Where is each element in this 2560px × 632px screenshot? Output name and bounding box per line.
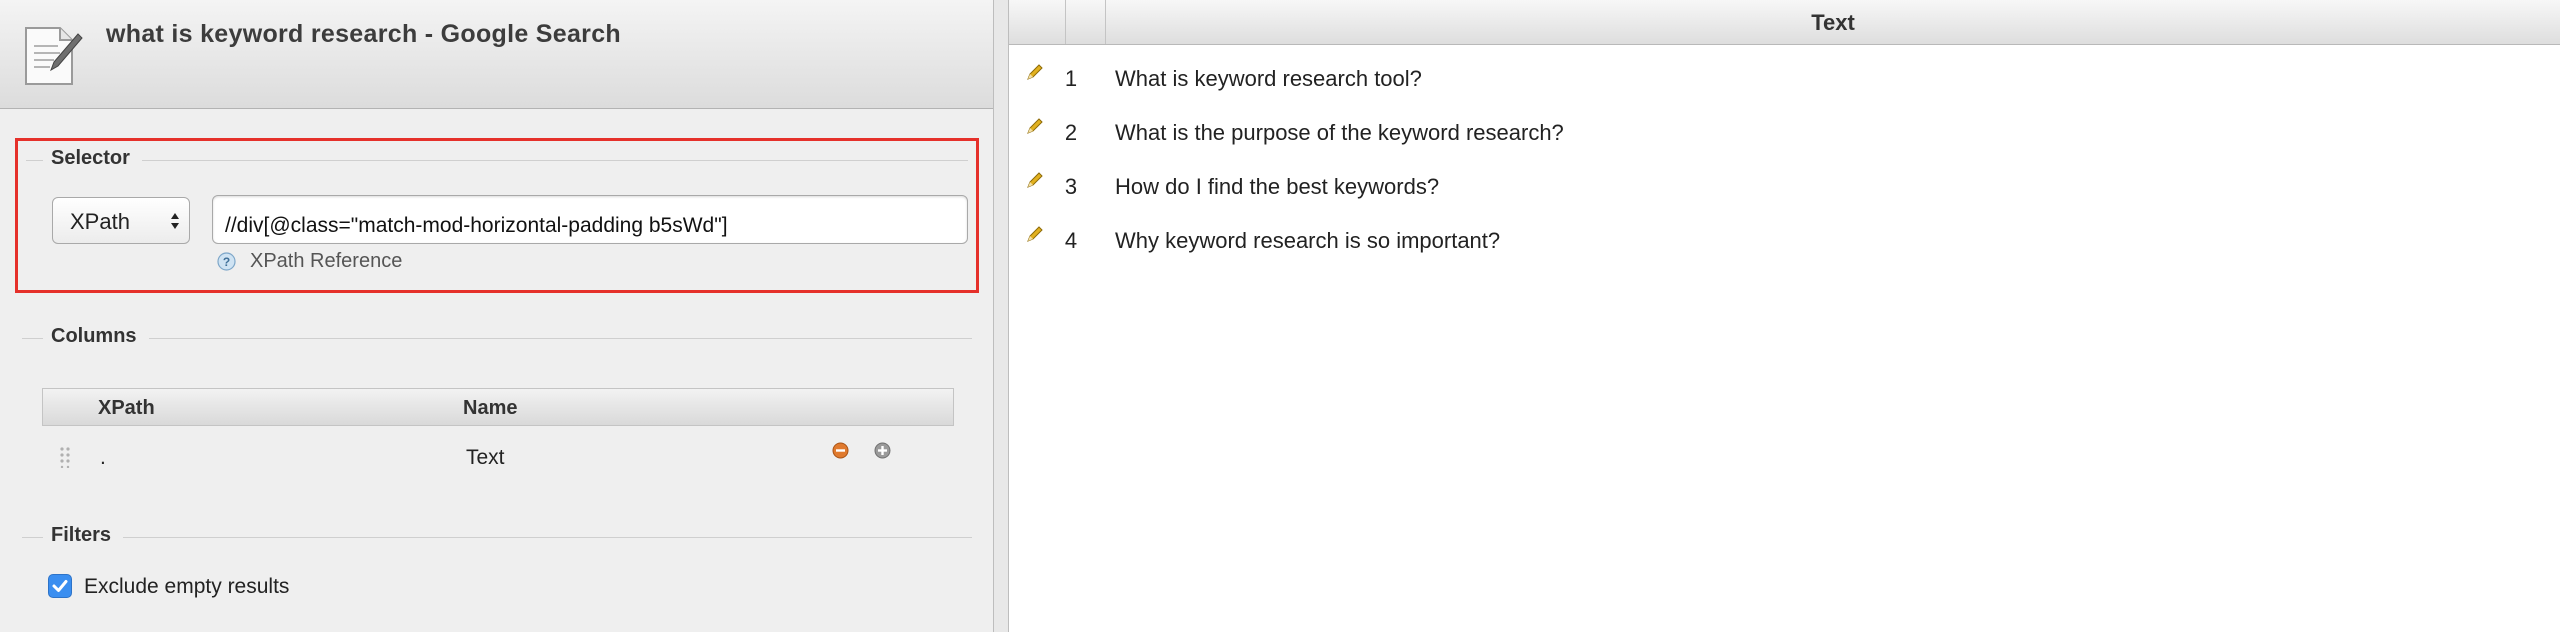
selector-legend: Selector — [43, 147, 142, 170]
result-row-text: Why keyword research is so important? — [1115, 228, 1501, 253]
column-row-name[interactable]: Text — [466, 446, 505, 470]
result-row-number: 2 — [1064, 120, 1078, 145]
result-row[interactable]: 3 How do I find the best keywords? — [1009, 172, 2560, 226]
split-view-divider[interactable] — [994, 0, 1009, 632]
result-row-text: What is keyword research tool? — [1115, 66, 1422, 91]
remove-icon[interactable] — [832, 442, 849, 459]
result-row-number: 3 — [1064, 174, 1078, 199]
result-row[interactable]: 2 What is the purpose of the keyword res… — [1009, 118, 2560, 172]
pencil-icon — [1027, 172, 1043, 188]
document-edit-icon — [25, 27, 83, 85]
result-row[interactable]: 4 Why keyword research is so important? — [1009, 226, 2560, 280]
results-column-header-text[interactable]: Text — [1106, 10, 2560, 36]
result-row-text: How do I find the best keywords? — [1115, 174, 1440, 199]
column-header-name: Name — [463, 397, 518, 419]
drag-handle-icon[interactable] — [60, 446, 70, 468]
columns-table-header: XPath Name — [42, 388, 954, 426]
xpath-reference-link[interactable]: XPath Reference — [250, 250, 402, 273]
column-row-xpath[interactable]: . — [100, 446, 106, 470]
exclude-empty-checkbox[interactable] — [48, 574, 72, 598]
panel-header: what is keyword research - Google Search — [0, 0, 993, 109]
result-row-number: 1 — [1064, 66, 1078, 91]
exclude-empty-label[interactable]: Exclude empty results — [84, 575, 289, 599]
selector-type-select[interactable]: XPath — [52, 197, 190, 244]
selector-type-value: XPath — [70, 209, 130, 234]
help-icon[interactable]: ? — [217, 252, 236, 271]
page-title: what is keyword research - Google Search — [106, 20, 621, 48]
result-row[interactable]: 1 What is keyword research tool? — [1009, 64, 2560, 118]
add-icon[interactable] — [874, 442, 891, 459]
selector-expression-input[interactable] — [212, 195, 968, 244]
result-row-text: What is the purpose of the keyword resea… — [1115, 120, 1564, 145]
filters-legend: Filters — [43, 524, 124, 547]
select-arrows-icon — [171, 213, 179, 229]
columns-table: XPath Name . Text — [42, 388, 954, 476]
results-panel: Text 1 What is keyword research tool? 2 … — [1009, 0, 2560, 632]
checkmark-icon — [52, 580, 68, 592]
svg-text:?: ? — [223, 255, 230, 269]
pencil-icon — [1027, 118, 1043, 134]
results-table-header: Text — [1009, 0, 2560, 45]
column-header-xpath: XPath — [98, 397, 155, 419]
pencil-icon — [1027, 64, 1043, 80]
columns-legend: Columns — [43, 325, 149, 348]
result-row-number: 4 — [1064, 228, 1078, 253]
pencil-icon — [1027, 226, 1043, 242]
selector-panel: what is keyword research - Google Search… — [0, 0, 994, 632]
